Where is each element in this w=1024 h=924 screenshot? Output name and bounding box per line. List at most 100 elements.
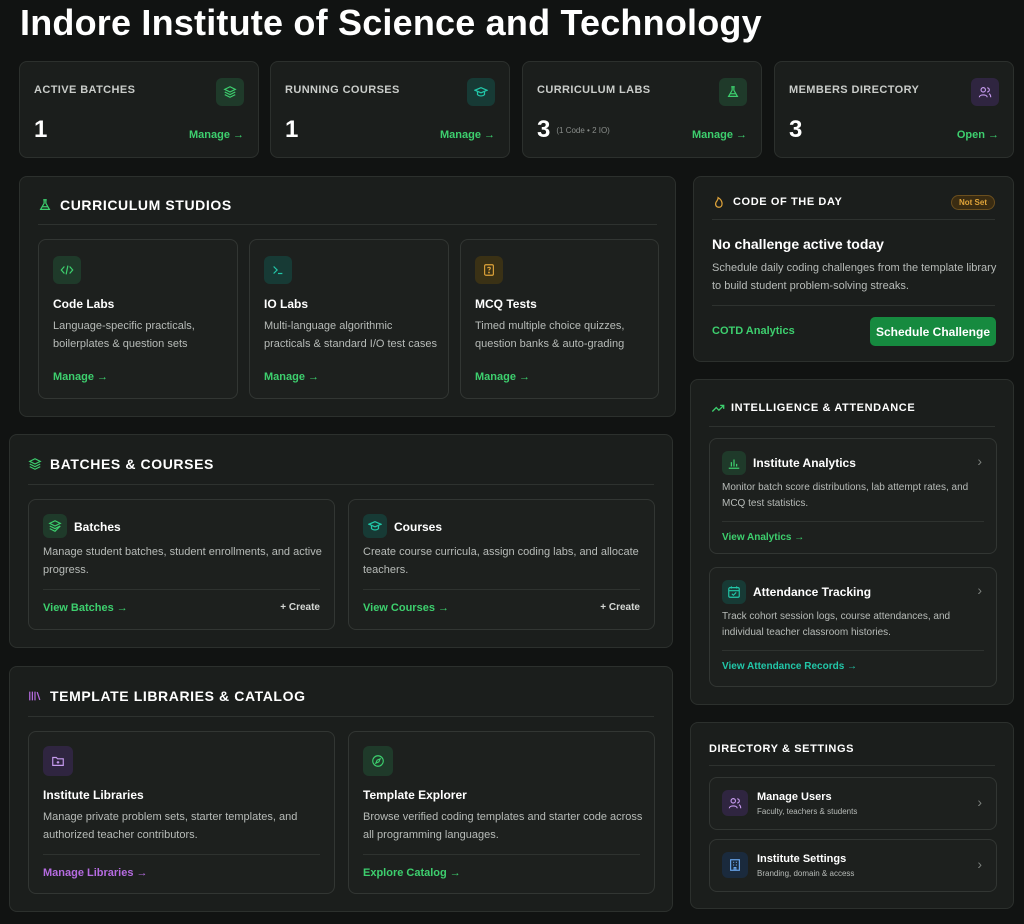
divider [38, 224, 657, 225]
stat-card-active-batches: ACTIVE BATCHES 1 Manage → [19, 61, 259, 158]
view-attendance-records-link[interactable]: View Attendance Records → [722, 661, 857, 672]
card-courses[interactable]: Courses Create course curricula, assign … [348, 499, 655, 630]
chevron-right-icon: › [977, 582, 982, 598]
card-io-labs[interactable]: IO Labs Multi-language algorithmic practi… [249, 239, 449, 399]
card-title: Template Explorer [363, 788, 467, 802]
item-title: Institute Settings [757, 853, 847, 865]
view-batches-link[interactable]: View Batches → [43, 602, 128, 614]
library-icon [29, 691, 41, 701]
stat-label: CURRICULUM LABS [537, 84, 651, 96]
card-desc: Track cohort session logs, course attend… [722, 611, 951, 638]
bar-chart-icon [722, 451, 746, 475]
card-template-explorer[interactable]: Template Explorer Browse verified coding… [348, 731, 655, 894]
directory-settings-panel: DIRECTORY & SETTINGS Manage Users Facult… [690, 722, 1014, 909]
stat-value: 3 (1 Code • 2 IO) [537, 116, 610, 143]
cotd-desc: Schedule daily coding challenges from th… [712, 262, 997, 292]
manage-labs-link[interactable]: Manage → [692, 129, 747, 141]
terminal-icon [264, 256, 292, 284]
stat-card-members-directory: MEMBERS DIRECTORY 3 Open → [774, 61, 1014, 158]
divider [709, 765, 995, 766]
item-subtitle: Branding, domain & access [757, 869, 855, 878]
section-heading: CODE OF THE DAY [712, 195, 842, 209]
status-badge: Not Set [951, 195, 995, 210]
intelligence-attendance-panel: INTELLIGENCE & ATTENDANCE Institute Anal… [690, 379, 1014, 705]
cotd-analytics-link[interactable]: COTD Analytics [712, 325, 795, 337]
code-of-the-day-panel: CODE OF THE DAY Not Set No challenge act… [693, 176, 1014, 362]
page-title: Indore Institute of Science and Technolo… [20, 2, 762, 43]
code-icon [53, 256, 81, 284]
card-desc: Language-specific practicals, boilerplate… [53, 320, 195, 350]
card-desc: Manage student batches, student enrollme… [43, 546, 322, 576]
divider [43, 854, 320, 855]
card-desc: Manage private problem sets, starter tem… [43, 811, 298, 841]
flask-icon [39, 199, 51, 210]
card-desc: Timed multiple choice quizzes, question b… [475, 320, 625, 350]
chevron-right-icon: › [977, 856, 982, 872]
card-desc: Browse verified coding templates and sta… [363, 811, 643, 841]
stat-value: 1 [285, 116, 299, 143]
section-heading: CURRICULUM STUDIOS [38, 197, 232, 213]
divider [363, 854, 640, 855]
card-batches[interactable]: Batches Manage student batches, student … [28, 499, 335, 630]
card-title: IO Labs [264, 297, 309, 311]
manage-libraries-link[interactable]: Manage Libraries → [43, 867, 148, 879]
manage-mcq-tests-link[interactable]: Manage → [475, 371, 530, 383]
layers-icon [216, 78, 244, 106]
manage-code-labs-link[interactable]: Manage → [53, 371, 108, 383]
stat-label: RUNNING COURSES [285, 84, 400, 96]
curriculum-studios-section: CURRICULUM STUDIOS Code Labs Language-sp… [19, 176, 676, 417]
stat-sub: (1 Code • 2 IO) [556, 126, 610, 136]
card-institute-analytics[interactable]: Institute Analytics › Monitor batch scor… [709, 438, 997, 554]
folder-library-icon [43, 746, 73, 776]
stat-label: ACTIVE BATCHES [34, 84, 136, 96]
card-desc: Monitor batch score distributions, lab a… [722, 482, 969, 509]
calendar-check-icon [722, 580, 746, 604]
users-icon [722, 790, 748, 816]
view-analytics-link[interactable]: View Analytics → [722, 532, 804, 543]
chevron-right-icon: › [977, 794, 982, 810]
create-batch-button[interactable]: + Create [280, 602, 320, 613]
manage-users-item[interactable]: Manage Users Faculty, teachers & student… [709, 777, 997, 830]
divider [28, 484, 654, 485]
card-desc: Create course curricula, assign coding l… [363, 546, 639, 576]
card-title: MCQ Tests [475, 297, 537, 311]
explore-catalog-link[interactable]: Explore Catalog → [363, 867, 461, 879]
flask-icon [719, 78, 747, 106]
create-course-button[interactable]: + Create [600, 602, 640, 613]
card-title: Institute Analytics [753, 456, 856, 470]
section-heading: TEMPLATE LIBRARIES & CATALOG [28, 688, 306, 704]
institute-settings-item[interactable]: Institute Settings Branding, domain & ac… [709, 839, 997, 892]
building-icon [722, 852, 748, 878]
users-icon [971, 78, 999, 106]
card-title: Code Labs [53, 297, 115, 311]
card-mcq-tests[interactable]: MCQ Tests Timed multiple choice quizzes,… [460, 239, 659, 399]
divider [712, 305, 995, 306]
graduation-cap-icon [363, 514, 387, 538]
card-code-labs[interactable]: Code Labs Language-specific practicals, b… [38, 239, 238, 399]
divider [363, 589, 640, 590]
item-title: Manage Users [757, 791, 832, 803]
stat-value: 1 [34, 116, 48, 143]
card-institute-libraries[interactable]: Institute Libraries Manage private probl… [28, 731, 335, 894]
divider [712, 219, 995, 220]
open-directory-link[interactable]: Open → [957, 129, 999, 141]
graduation-cap-icon [467, 78, 495, 106]
divider [722, 650, 984, 651]
template-libraries-section: TEMPLATE LIBRARIES & CATALOG Institute L… [9, 666, 673, 912]
manage-courses-link[interactable]: Manage → [440, 129, 495, 141]
card-title: Courses [394, 520, 443, 534]
chevron-right-icon: › [977, 453, 982, 469]
manage-io-labs-link[interactable]: Manage → [264, 371, 319, 383]
cotd-heading: No challenge active today [712, 236, 884, 252]
trending-up-icon [711, 404, 725, 412]
schedule-challenge-button[interactable]: Schedule Challenge [870, 317, 996, 346]
stat-label: MEMBERS DIRECTORY [789, 84, 920, 96]
view-courses-link[interactable]: View Courses → [363, 602, 449, 614]
divider [43, 589, 320, 590]
manage-batches-link[interactable]: Manage → [189, 129, 244, 141]
section-heading: INTELLIGENCE & ATTENDANCE [711, 401, 915, 415]
compass-icon [363, 746, 393, 776]
card-attendance-tracking[interactable]: Attendance Tracking › Track cohort sessi… [709, 567, 997, 687]
layers-icon [43, 514, 67, 538]
divider [709, 426, 995, 427]
